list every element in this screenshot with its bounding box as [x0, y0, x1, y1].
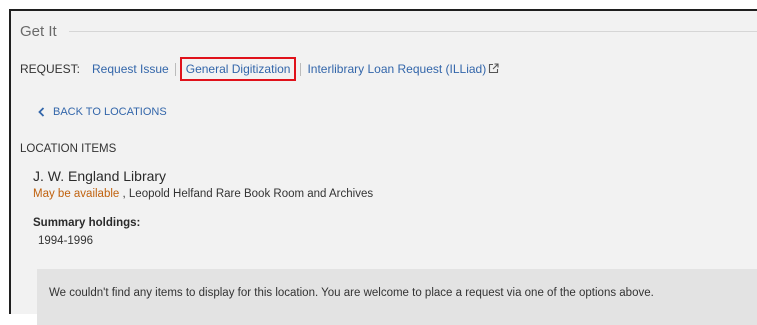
request-options-row: REQUEST: Request Issue General Digitizat… — [20, 57, 499, 81]
availability-location: , Leopold Helfand Rare Book Room and Arc… — [119, 188, 374, 200]
section-divider — [68, 30, 757, 32]
location-items-heading: LOCATION ITEMS — [20, 143, 117, 155]
interlibrary-loan-request-label: Interlibrary Loan Request (ILLiad) — [307, 61, 487, 76]
request-separator — [300, 62, 302, 76]
availability-status: May be available — [33, 188, 120, 200]
request-label: REQUEST: — [20, 62, 81, 76]
request-separator — [174, 62, 176, 76]
back-to-locations-label: BACK TO LOCATIONS — [53, 106, 167, 118]
back-to-locations-link[interactable]: BACK TO LOCATIONS — [38, 104, 167, 120]
library-name: J. W. England Library — [33, 168, 167, 184]
summary-holdings-label: Summary holdings: — [33, 217, 141, 229]
summary-holdings-value: 1994-1996 — [38, 235, 93, 247]
chevron-left-icon — [38, 107, 45, 117]
external-link-icon — [488, 62, 499, 77]
no-items-notice: We couldn't find any items to display fo… — [37, 269, 757, 325]
general-digitization-link[interactable]: General Digitization — [179, 57, 297, 81]
interlibrary-loan-request-link[interactable]: Interlibrary Loan Request (ILLiad) — [307, 62, 499, 77]
availability-line: May be available , Leopold Helfand Rare … — [33, 188, 373, 200]
section-header: Get It — [20, 21, 757, 41]
no-items-notice-text: We couldn't find any items to display fo… — [49, 287, 654, 299]
get-it-panel: Get It REQUEST: Request Issue General Di… — [9, 9, 757, 325]
request-issue-link[interactable]: Request Issue — [92, 62, 169, 76]
section-title: Get It — [20, 22, 57, 40]
